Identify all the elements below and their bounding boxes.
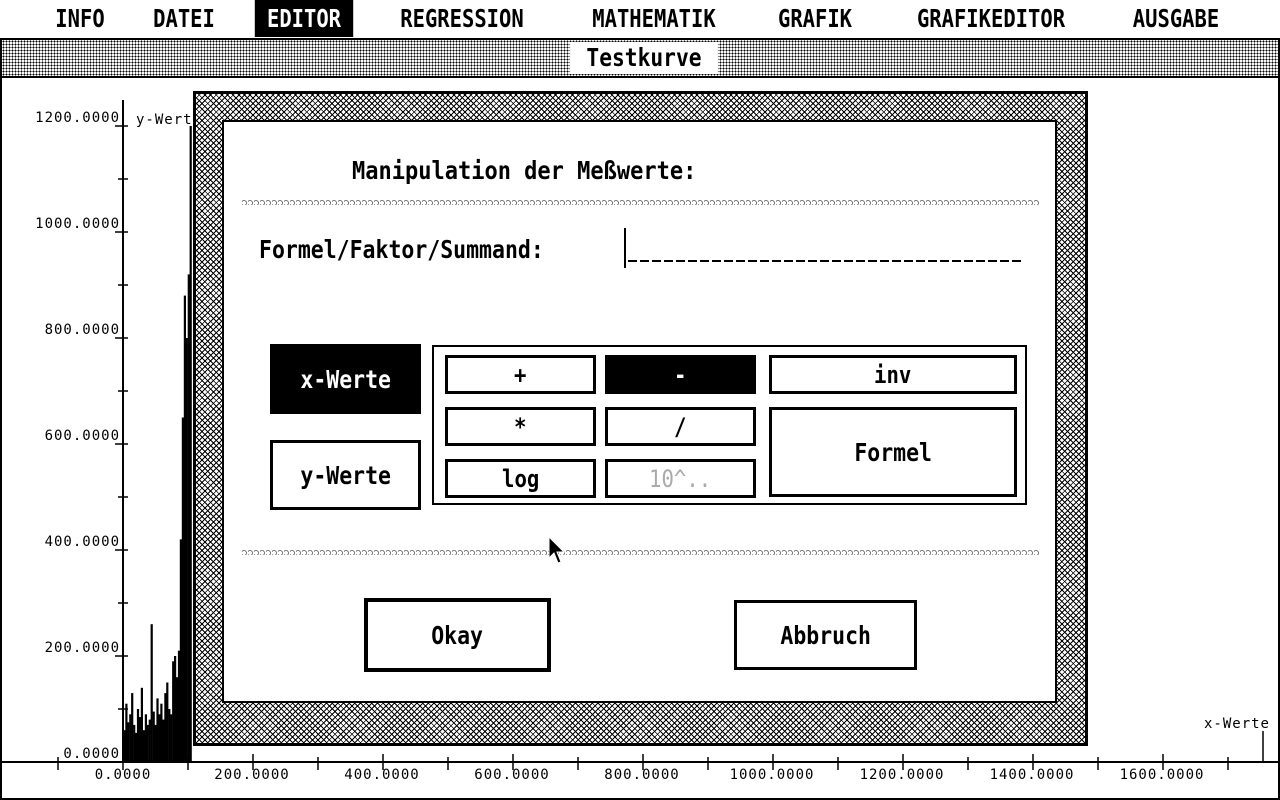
- data-bar: [187, 274, 190, 762]
- y-tick-label: 600.0000: [45, 428, 120, 444]
- log-button[interactable]: log: [445, 459, 596, 498]
- menu-mathematik[interactable]: MATHEMATIK: [582, 0, 726, 37]
- data-bar: [183, 295, 186, 762]
- divide-label: /: [674, 412, 687, 441]
- data-bar: [150, 624, 153, 762]
- data-bar: [160, 703, 163, 762]
- window-title: Testkurve: [570, 42, 718, 74]
- minus-button[interactable]: -: [605, 355, 756, 394]
- pow10-button[interactable]: 10^..: [605, 459, 756, 498]
- data-bar: [177, 650, 181, 762]
- data-bar: [131, 693, 134, 762]
- data-bar: [144, 714, 147, 762]
- x-tick-label: 0.0000: [95, 767, 152, 783]
- multiply-label: *: [514, 412, 527, 441]
- data-bar: [142, 730, 145, 762]
- data-bar: [162, 719, 165, 762]
- data-bar: [156, 698, 159, 762]
- x-tick-label: 800.0000: [604, 767, 679, 783]
- pow10-label: 10^..: [649, 464, 712, 493]
- x-values-button[interactable]: x-Werte: [270, 344, 421, 414]
- data-bar: [181, 417, 184, 762]
- okay-label: Okay: [431, 620, 484, 650]
- y-values-label: y-Werte: [300, 460, 391, 490]
- dialog-heading: Manipulation der Meßwerte:: [352, 156, 697, 185]
- menu-editor[interactable]: EDITOR: [254, 0, 354, 37]
- menu-bar: INFO DATEI EDITOR REGRESSION MATHEMATIK …: [0, 0, 1280, 37]
- minus-label: -: [674, 360, 687, 389]
- data-bar: [136, 709, 140, 762]
- data-bar: [166, 682, 169, 762]
- menu-regression[interactable]: REGRESSION: [391, 0, 532, 37]
- y-tick-label: 0.0000: [63, 746, 120, 762]
- x-axis-label: x-Werte: [1204, 716, 1270, 732]
- x-tick-label: 200.0000: [214, 767, 289, 783]
- x-values-label: x-Werte: [300, 364, 391, 394]
- data-bar: [133, 724, 136, 762]
- data-bar: [175, 677, 179, 762]
- plus-button[interactable]: +: [445, 355, 596, 394]
- cancel-button[interactable]: Abbruch: [734, 600, 917, 670]
- menu-grafik[interactable]: GRAFIK: [772, 0, 859, 37]
- formula-input-underline: [628, 260, 1024, 262]
- menu-ausgabe[interactable]: AUSGABE: [1125, 0, 1227, 37]
- x-tick-label: 600.0000: [474, 767, 549, 783]
- plus-label: +: [514, 360, 527, 389]
- data-bar: [170, 714, 173, 762]
- data-bar: [127, 722, 130, 763]
- y-tick-label: 400.0000: [45, 534, 120, 550]
- x-tick-label: 1600.0000: [1120, 767, 1205, 783]
- manipulation-dialog: Manipulation der Meßwerte: Formel/Faktor…: [222, 120, 1057, 703]
- x-tick-label: 1000.0000: [730, 767, 815, 783]
- y-tick-label: 1000.0000: [35, 216, 120, 232]
- data-bar: [189, 126, 192, 762]
- formula-label: Formel/Faktor/Summand:: [259, 235, 544, 264]
- x-tick-label: 1400.0000: [990, 767, 1075, 783]
- inv-button[interactable]: inv: [769, 355, 1017, 394]
- data-bar: [164, 693, 167, 762]
- data-bar: [148, 719, 151, 762]
- y-tick-label: 800.0000: [45, 322, 120, 338]
- menu-grafikeditor[interactable]: GRAFIKEDITOR: [907, 0, 1076, 37]
- formula-button-label: Formel: [854, 437, 932, 467]
- data-bar: [138, 717, 142, 763]
- formula-input[interactable]: [624, 228, 1024, 268]
- cancel-label: Abbruch: [780, 620, 871, 650]
- menu-info[interactable]: INFO: [49, 0, 111, 37]
- data-bar: [152, 711, 155, 762]
- divide-button[interactable]: /: [605, 407, 756, 446]
- inv-label: inv: [874, 360, 912, 389]
- menu-datei[interactable]: DATEI: [148, 0, 220, 37]
- data-bar: [140, 687, 143, 762]
- y-tick-label: 1200.0000: [35, 110, 120, 126]
- data-bar: [135, 732, 138, 763]
- multiply-button[interactable]: *: [445, 407, 596, 446]
- data-bar: [123, 730, 126, 762]
- divider-top: [242, 197, 1040, 205]
- data-bar: [168, 709, 171, 762]
- data-bar: [174, 656, 177, 762]
- okay-button[interactable]: Okay: [364, 598, 551, 672]
- data-bar: [154, 724, 157, 762]
- data-bar: [172, 661, 175, 762]
- data-bar: [146, 724, 149, 762]
- data-bar: [179, 539, 182, 762]
- divider-bottom: [242, 547, 1040, 555]
- data-bar: [158, 714, 161, 762]
- x-tick-label: 1200.0000: [860, 767, 945, 783]
- data-bar: [129, 714, 132, 762]
- data-bar: [185, 338, 188, 762]
- formula-button[interactable]: Formel: [769, 407, 1017, 497]
- data-bar: [125, 703, 128, 762]
- window-titlebar[interactable]: Testkurve: [2, 40, 1278, 78]
- y-values-button[interactable]: y-Werte: [270, 440, 421, 510]
- y-tick-label: 200.0000: [45, 640, 120, 656]
- x-tick-label: 400.0000: [344, 767, 419, 783]
- log-label: log: [501, 464, 540, 493]
- mouse-pointer-icon: [548, 536, 566, 564]
